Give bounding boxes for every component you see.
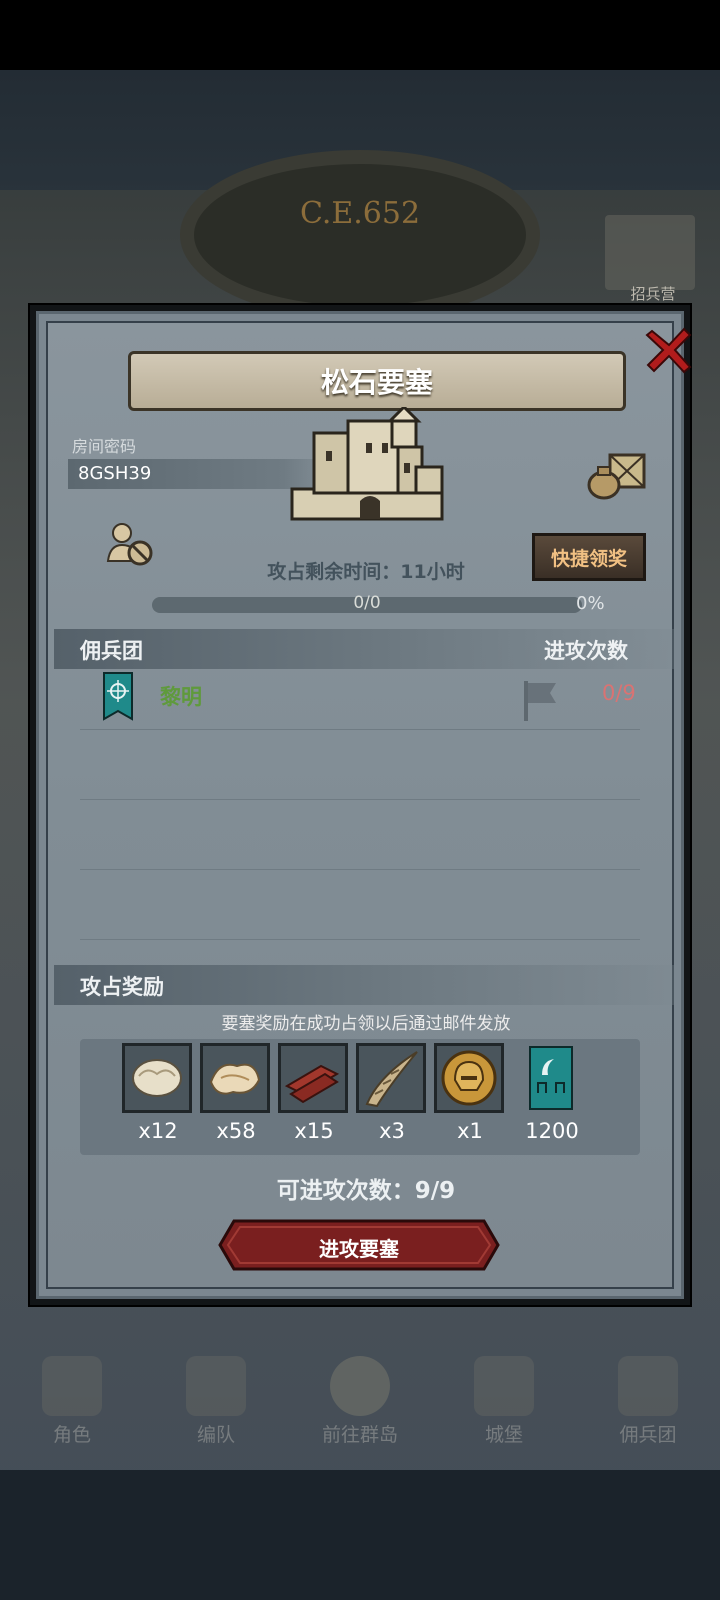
- bottom-nav: 角色 编队 前往群岛 城堡 佣兵团: [0, 1330, 720, 1470]
- recruit-camp-icon: [605, 215, 695, 290]
- attack-count-header: 进攻次数: [544, 639, 628, 663]
- reward-qty: x58: [216, 1119, 256, 1143]
- reward-note: 要塞奖励在成功占领以后通过邮件发放: [221, 1014, 511, 1034]
- reward-slot: [356, 1043, 426, 1113]
- reward-slot: [516, 1043, 586, 1113]
- room-password-label: 房间密码: [72, 437, 137, 456]
- dialog-body: 松石要塞 房间密码 8GSH39 快捷领奖 攻占剩余时间：11小时 0/0 0%…: [46, 321, 692, 1289]
- close-icon[interactable]: [644, 325, 694, 375]
- flag-icon: [524, 681, 556, 721]
- reward-slot: [200, 1043, 270, 1113]
- castle-icon: [474, 1356, 534, 1416]
- reward-slot: [434, 1043, 504, 1113]
- reward-item[interactable]: 1200: [516, 1043, 588, 1143]
- recruit-camp-label: 招兵营: [630, 285, 676, 303]
- guild-icon: [618, 1356, 678, 1416]
- reward-qty: x1: [457, 1119, 483, 1143]
- wood-planks-icon: [284, 1064, 340, 1104]
- nav-item-formation[interactable]: 编队: [144, 1330, 288, 1470]
- guild-banner-icon: [529, 1046, 573, 1110]
- horn-icon: [365, 1051, 418, 1108]
- reward-qty: x12: [138, 1119, 178, 1143]
- dialog-title: 松石要塞: [128, 351, 626, 411]
- nav-item-castle[interactable]: 城堡: [432, 1330, 576, 1470]
- character-icon: [42, 1356, 102, 1416]
- status-bar: [0, 0, 720, 70]
- nav-item-islands[interactable]: 前往群岛: [288, 1330, 432, 1470]
- fleece-icon: [132, 1059, 182, 1097]
- guild-name[interactable]: 黎明: [160, 681, 202, 711]
- remaining-time: 攻占剩余时间：11小时: [267, 561, 465, 583]
- reward-slot: [278, 1043, 348, 1113]
- reward-item[interactable]: x12: [122, 1043, 194, 1143]
- nav-label: 前往群岛: [321, 1424, 398, 1446]
- reward-section-label: 攻占奖励: [80, 975, 164, 999]
- reward-item[interactable]: x15: [278, 1043, 350, 1143]
- supply-bag-icon[interactable]: [586, 451, 648, 501]
- era-label: C.E.652: [299, 196, 421, 231]
- fortress-castle-icon: [290, 407, 444, 521]
- divider: [80, 799, 640, 800]
- reward-qty: x3: [379, 1119, 405, 1143]
- nav-label: 城堡: [484, 1424, 523, 1446]
- progress-percent: 0%: [576, 593, 605, 614]
- divider: [80, 869, 640, 870]
- fortress-dialog: 松石要塞 房间密码 8GSH39 快捷领奖 攻占剩余时间：11小时 0/0 0%…: [30, 305, 692, 1305]
- reward-item[interactable]: x1: [434, 1043, 506, 1143]
- nav-label: 佣兵团: [619, 1424, 677, 1446]
- nav-item-guild[interactable]: 佣兵团: [576, 1330, 720, 1470]
- nav-item-character[interactable]: 角色: [0, 1330, 144, 1470]
- era-wheel: [180, 150, 540, 320]
- bottom-bar: [0, 1470, 720, 1600]
- divider: [80, 729, 640, 730]
- fur-pelt-icon: [209, 1063, 261, 1095]
- mercenary-label: 佣兵团: [80, 639, 143, 663]
- divider: [80, 939, 640, 940]
- golden-helmet-icon: [441, 1050, 497, 1106]
- reward-qty: x15: [294, 1119, 334, 1143]
- attack-fortress-label: 进攻要塞: [319, 1237, 399, 1261]
- reward-item[interactable]: x58: [200, 1043, 272, 1143]
- nav-label: 角色: [52, 1424, 91, 1446]
- reward-qty: 1200: [525, 1119, 579, 1143]
- quick-claim-button[interactable]: 快捷领奖: [532, 533, 646, 581]
- room-code: 8GSH39: [78, 463, 152, 484]
- guild-banner-icon: [103, 672, 133, 721]
- available-attacks: 可进攻次数：9/9: [276, 1178, 456, 1204]
- compass-icon: [330, 1356, 390, 1416]
- reward-item[interactable]: x3: [356, 1043, 428, 1143]
- formation-icon: [186, 1356, 246, 1416]
- user-forbidden-icon[interactable]: [106, 521, 154, 567]
- nav-label: 编队: [196, 1424, 235, 1446]
- reward-slot: [122, 1043, 192, 1113]
- guild-attack-count: 0/9: [602, 681, 636, 705]
- progress-text: 0/0: [353, 593, 381, 613]
